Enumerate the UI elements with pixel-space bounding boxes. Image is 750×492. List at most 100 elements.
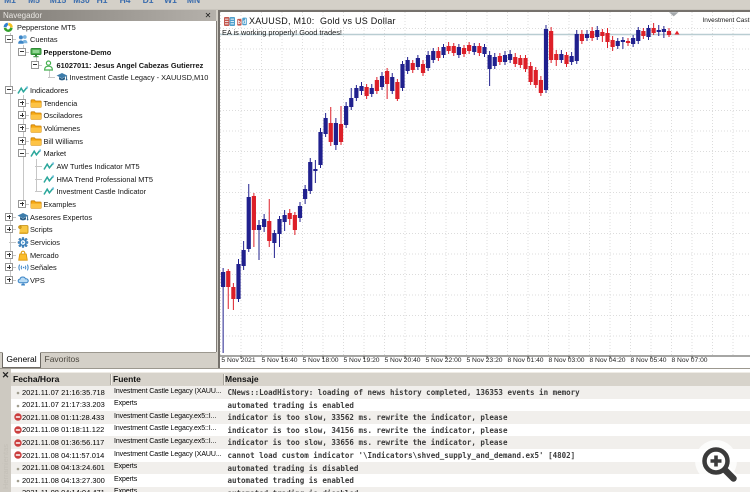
plus-glyph-vertical [8,252,10,257]
tree-item-bill-williams[interactable]: Bill Williams [0,135,216,148]
column-separator[interactable] [110,374,112,385]
tree-item-market[interactable]: Market [0,147,216,160]
zoom-magnifier-icon[interactable] [692,437,744,489]
collapse-toggle[interactable] [18,47,26,56]
tree-item-se-ales[interactable]: Señales [0,261,216,274]
candle-body [241,250,246,266]
journal-row[interactable]: 2021.11.08 04:13:27.300 Experts automated … [11,474,750,487]
expand-toggle[interactable] [5,212,13,221]
collapse-toggle[interactable] [18,149,26,158]
tree-item-examples[interactable]: Examples [0,198,216,211]
candle-body [487,55,492,69]
tree-item-scripts[interactable]: Scripts [0,223,216,236]
navigator-titlebar[interactable]: Navegador ✕ [0,10,216,21]
journal-message: indicator is too slow, 34156 ms. rewrite… [227,425,508,435]
journal-row[interactable]: 2021.11.08 04:13:24.601 Experts automated … [11,461,750,475]
tree-item-61027011-jesus-angel-cabezas-gutierrez[interactable]: 61027011: Jesus Angel Cabezas Gutierrez [0,59,216,72]
tree-item-vol-menes[interactable]: Volúmenes [0,122,216,135]
expand-toggle[interactable] [18,199,26,208]
candle-body [610,40,615,47]
journal-row[interactable]: 2021.11.08 01:18:11.122 Investment Castle… [11,423,750,437]
plus-glyph-vertical [8,277,10,282]
chart-window[interactable]: XAUUSD, M10: Gold vs US Dollar EA is wor… [218,10,750,368]
candle-body [272,233,277,243]
candle-body [661,29,666,32]
expand-toggle[interactable] [18,111,26,120]
journal-time: 2021.11.08 04:13:27.300 [22,475,105,485]
tab-favoritos[interactable]: Favoritos [40,353,84,367]
tree-item-tendencia[interactable]: Tendencia [0,97,216,110]
indicator-icon [43,161,55,172]
tree-item-label: Señales [30,263,57,273]
journal-row[interactable]: 2021.11.08 01:36:56.117 Investment Castle… [11,436,750,449]
journal-time: 2021.11.07 21:16:35.718 [22,387,105,397]
tree-item-asesores-expertos[interactable]: Asesores Expertos [0,211,216,224]
expand-toggle[interactable] [18,136,26,145]
expand-toggle[interactable] [5,225,13,234]
tree-item-investment-castle-legacy-xauusd-m10[interactable]: Investment Castle Legacy - XAUUSD,M10 [0,71,216,84]
tree-item-investment-castle-indicator[interactable]: Investment Castle Indicator [0,185,216,198]
tree-item-label: Osciladores [43,111,83,121]
column-header-mensaje[interactable]: Mensaje [225,374,259,384]
expand-toggle[interactable] [18,98,26,107]
tree-item-indicadores[interactable]: Indicadores [0,84,216,97]
tree-item-label: Servicios [30,237,60,247]
toolbox-grip[interactable]: ✕ Herramientas [0,369,11,492]
timeframe-button-m5[interactable]: M5 [21,0,47,5]
collapse-toggle[interactable] [5,85,13,94]
timeframe-button-mn[interactable]: MN [181,0,207,5]
market-bag-icon [17,250,28,261]
candle-body [636,30,641,41]
plus-glyph-vertical [8,214,10,219]
journal-source: Experts [114,463,138,471]
journal-time: 2021.11.08 01:11:28.433 [22,412,105,422]
tree-item-label: Volúmenes [43,123,81,133]
tree-item-pepperstone-demo[interactable]: Pepperstone-Demo [0,46,216,59]
collapse-toggle[interactable] [31,60,39,69]
journal-row[interactable]: 2021.11.08 04:14:04.471Expertsautomated … [11,486,750,492]
tree-item-label: Examples [43,199,76,209]
journal-row[interactable]: 2021.11.07 21:17:33.203 Experts automated … [11,398,750,412]
column-separator[interactable] [223,374,225,385]
collapse-toggle[interactable] [5,35,13,44]
tab-general[interactable]: General [2,352,41,368]
journal-message: automated trading is disabled [227,463,359,473]
tree-item-vps[interactable]: VPS [0,274,216,287]
tree-item-servicios[interactable]: Servicios [0,236,216,249]
timeframe-toolbar: M1 M5 M15 M30 H1 H4 D1 W1 MN [0,0,750,10]
journal-row[interactable]: 2021.11.08 04:11:57.014 Investment Castle… [11,449,750,462]
toolbox-close-icon[interactable]: ✕ [1,371,10,380]
tree-item-label: Mercado [30,250,59,260]
indicator-icon [30,148,42,159]
candle-body [390,77,395,91]
candle-body [605,33,610,42]
tree-item-pepperstone-mt5[interactable]: Pepperstone MT5 [0,21,216,34]
timeframe-button-m1[interactable]: M1 [0,0,23,5]
tree-item-aw-turtles-indicator-mt5[interactable]: AW Turtles Indicator MT5 [0,160,216,173]
column-header-fuente[interactable]: Fuente [113,374,141,384]
journal-row[interactable]: 2021.11.07 21:16:35.718 Investment Castle… [11,386,750,399]
expand-toggle[interactable] [5,250,13,259]
tree-item-osciladores[interactable]: Osciladores [0,109,216,122]
candle-body [584,34,590,38]
candle-body [625,41,631,43]
candle-body [564,55,569,64]
expand-toggle[interactable] [5,275,13,284]
journal-source: Investment Castle Legacy (XAUU... [114,450,222,458]
column-header-fecha-hora[interactable]: Fecha/Hora [13,374,59,384]
journal-table-header: Fecha/Hora Fuente Mensaje [11,372,750,387]
tree-item-cuentas[interactable]: Cuentas [0,33,216,46]
indicator-icon [17,85,29,96]
expand-toggle[interactable] [18,123,26,132]
journal-row[interactable]: 2021.11.08 01:11:28.433 Investment Castle… [11,411,750,424]
info-icon [16,467,20,471]
navigator-close-icon[interactable]: ✕ [203,11,213,21]
timeframe-button-m15[interactable]: M15 [45,0,71,5]
tree-item-hma-trend-professional-mt5[interactable]: HMA Trend Professional MT5 [0,173,216,186]
tree-item-mercado[interactable]: Mercado [0,249,216,262]
candle-body [523,58,528,69]
candle-body [308,162,313,191]
candle-body [472,46,477,52]
expand-toggle[interactable] [5,263,13,272]
candle-body [251,196,256,230]
